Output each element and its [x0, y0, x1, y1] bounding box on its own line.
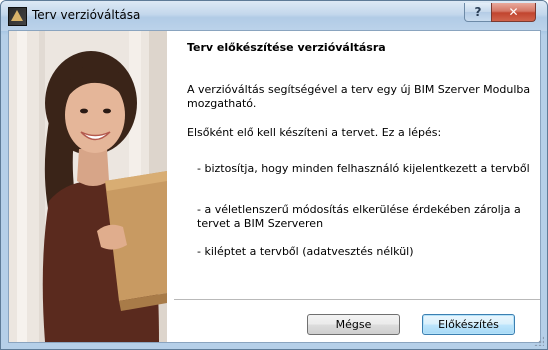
- button-divider: [174, 299, 540, 300]
- window-title: Terv verzióváltása: [32, 8, 141, 22]
- dialog-body: Terv előkészítése verzióváltásra A verzi…: [8, 30, 541, 343]
- close-icon: ✕: [508, 5, 519, 19]
- bullet-item: - kiléptet a tervből (adatvesztés nélkül…: [197, 245, 414, 258]
- help-icon: ?: [474, 5, 482, 19]
- help-button[interactable]: ?: [464, 3, 492, 22]
- title-bar[interactable]: Terv verzióváltása ? ✕: [1, 1, 547, 31]
- bullet-item: - a véletlenszerű módosítás elkerülése é…: [197, 203, 521, 230]
- intro-text: A verzióváltás segítségével a terv egy ú…: [187, 83, 531, 110]
- woman-with-box-illustration: [9, 31, 167, 342]
- cancel-button[interactable]: Mégse: [307, 314, 400, 335]
- prepare-button[interactable]: Előkészítés: [422, 314, 515, 335]
- close-button[interactable]: ✕: [491, 3, 536, 22]
- bullet-item: - biztosítja, hogy minden felhasználó ki…: [197, 162, 530, 175]
- illustration-photo: [9, 31, 167, 342]
- app-logo-icon: [8, 7, 27, 26]
- prepare-button-label: Előkészítés: [438, 318, 499, 331]
- dialog-window: Terv verzióváltása ? ✕ Terv előkészítése…: [0, 0, 548, 350]
- cancel-button-label: Mégse: [335, 318, 372, 331]
- step-intro-text: Elsőként elő kell készíteni a tervet. Ez…: [187, 126, 442, 139]
- page-heading: Terv előkészítése verzióváltásra: [187, 41, 386, 54]
